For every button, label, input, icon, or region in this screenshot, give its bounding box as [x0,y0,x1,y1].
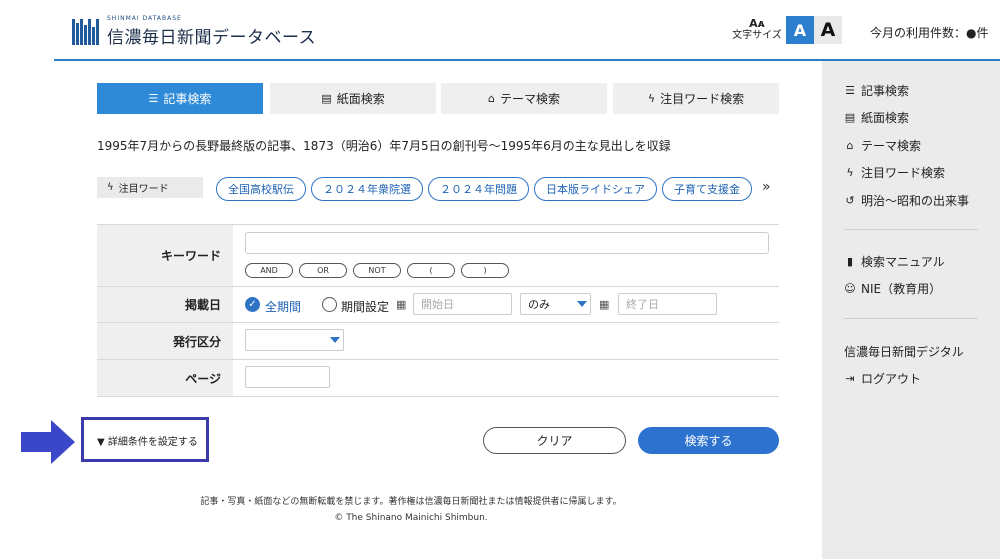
trending-label: ϟ 注目ワード [97,177,203,198]
page-input[interactable] [245,366,330,388]
sidebar-item-label: 記事検索 [861,84,910,98]
calendar-icon: ▦ [599,298,610,311]
tab-label: テーマ検索 [499,92,560,106]
sidebar-item-label: 信濃毎日新聞デジタル [844,345,964,359]
font-size-large-button[interactable]: A [814,16,842,44]
chevron-down-icon [577,301,587,307]
sidebar-item-manual[interactable]: ▮ 検索マニュアル [844,253,945,270]
sidebar-item-label: ログアウト [861,372,922,386]
keyword-pill[interactable]: ２０２４年衆院選 [311,177,423,201]
edition-select[interactable] [245,329,344,351]
sidebar-item-label: NIE（教育用） [861,282,942,296]
sidebar-item-article-search[interactable]: ☰ 記事検索 [844,82,909,99]
tab-page-search[interactable]: ▤ 紙面検索 [270,83,436,114]
logout-icon: ⇥ [845,372,855,385]
and-operator-button[interactable]: AND [245,263,293,278]
font-size-icon: Aᴀ [749,17,765,30]
sidebar-item-trending-search[interactable]: ϟ 注目ワード検索 [844,164,945,181]
calendar-icon: ▦ [396,298,407,311]
sidebar-item-label: テーマ検索 [861,139,922,153]
newspaper-icon: ▤ [321,92,332,105]
page-label: ページ [97,360,233,396]
set-period-radio[interactable] [322,297,337,312]
arrow-right-icon [21,420,75,464]
list-icon: ☰ [845,84,855,97]
keyword-pill[interactable]: ２０２４年問題 [428,177,529,201]
start-date-input[interactable]: 開始日 [413,293,512,315]
sidebar-item-label: 注目ワード検索 [861,166,946,180]
keyword-input[interactable] [245,232,769,254]
bookmark-icon: ⌂ [846,139,854,152]
sidebar-item-label: 紙面検索 [861,111,910,125]
newspaper-icon: ▤ [844,111,856,124]
usage-count: 今月の利用件数：●件 [870,26,989,40]
search-form: キーワード AND OR NOT ( ) 掲載日 ✓ 全期間 期間設定 ▦ 開始… [97,224,779,397]
range-select-value: のみ [528,298,550,311]
not-operator-button[interactable]: NOT [353,263,401,278]
sidebar-divider [844,318,978,319]
page-row: ページ [97,360,779,397]
close-paren-button[interactable]: ) [461,263,509,278]
clear-button[interactable]: クリア [483,427,626,454]
all-period-radio[interactable]: ✓ [245,297,260,312]
keyword-label: キーワード [97,225,233,286]
end-date-input[interactable]: 終了日 [618,293,717,315]
tab-label: 紙面検索 [336,92,385,106]
sidebar-divider [844,229,978,230]
logo-subtitle: SHINMAI DATABASE [107,15,182,22]
sidebar-item-digital[interactable]: 信濃毎日新聞デジタル [844,343,964,360]
sidebar-item-logout[interactable]: ⇥ ログアウト [844,370,921,387]
tab-trending-search[interactable]: ϟ 注目ワード検索 [613,83,779,114]
keyword-pill[interactable]: 全国高校駅伝 [216,177,306,201]
or-operator-button[interactable]: OR [299,263,347,278]
font-size-control: Aᴀ 文字サイズ [732,18,782,42]
keyword-row: キーワード AND OR NOT ( ) [97,225,779,287]
more-keywords-button[interactable]: » [762,179,771,195]
copyright-text: © The Shinano Mainichi Shimbun. [334,513,488,523]
keyword-pill[interactable]: 日本版ライドシェア [534,177,657,201]
chevron-down-icon [330,337,340,343]
list-icon: ☰ [148,92,159,105]
detail-conditions-toggle[interactable]: ▼ 詳細条件を設定する [97,433,198,448]
open-paren-button[interactable]: ( [407,263,455,278]
smile-icon: ☺ [844,282,856,295]
history-icon: ↺ [845,194,855,207]
tab-label: 記事検索 [163,92,212,106]
edition-row: 発行区分 [97,323,779,360]
sidebar-item-page-search[interactable]: ▤ 紙面検索 [844,109,909,126]
sidebar: ☰ 記事検索 ▤ 紙面検索 ⌂ テーマ検索 ϟ 注目ワード検索 ↺ 明治〜昭和の出来事 ▮… [822,61,1000,559]
bolt-icon: ϟ [647,92,656,105]
site-logo[interactable]: SHINMAI DATABASE 信濃毎日新聞データベース [72,15,316,48]
coverage-description: 1995年7月からの長野最終版の記事、1873（明治6）年7月5日の創刊号〜19… [97,139,671,153]
sidebar-item-label: 検索マニュアル [861,255,945,269]
header: SHINMAI DATABASE 信濃毎日新聞データベース Aᴀ 文字サイズ A… [0,0,1000,60]
sidebar-item-history[interactable]: ↺ 明治〜昭和の出来事 [844,192,969,209]
range-select[interactable]: のみ [520,293,591,315]
tab-label: 注目ワード検索 [660,92,745,106]
tab-theme-search[interactable]: ⌂ テーマ検索 [441,83,607,114]
sidebar-item-label: 明治〜昭和の出来事 [861,194,970,208]
date-row: 掲載日 ✓ 全期間 期間設定 ▦ 開始日 のみ ▦ 終了日 [97,287,779,323]
logo-title: 信濃毎日新聞データベース [107,28,317,48]
edition-label: 発行区分 [97,323,233,359]
font-size-small-button[interactable]: A [786,16,814,44]
date-label: 掲載日 [97,287,233,322]
book-icon: ▮ [846,255,854,268]
bolt-icon: ϟ [107,182,114,193]
font-size-label: 文字サイズ [732,30,782,41]
sidebar-item-theme-search[interactable]: ⌂ テーマ検索 [844,137,922,154]
keyword-pill[interactable]: 子育て支援金 [662,177,752,201]
bookmark-icon: ⌂ [488,92,495,105]
search-button[interactable]: 検索する [638,427,779,454]
all-period-label: 全期間 [265,300,302,314]
logo-mark [72,18,99,45]
sidebar-item-nie[interactable]: ☺ NIE（教育用） [844,280,941,297]
set-period-label: 期間設定 [341,300,390,314]
trending-label-text: 注目ワード [118,184,169,195]
copyright-notice: 記事・写真・紙面などの無断転載を禁じます。著作権は信濃毎日新聞社または情報提供者… [200,497,622,507]
tab-article-search[interactable]: ☰ 記事検索 [97,83,263,114]
bolt-icon: ϟ [846,166,854,179]
